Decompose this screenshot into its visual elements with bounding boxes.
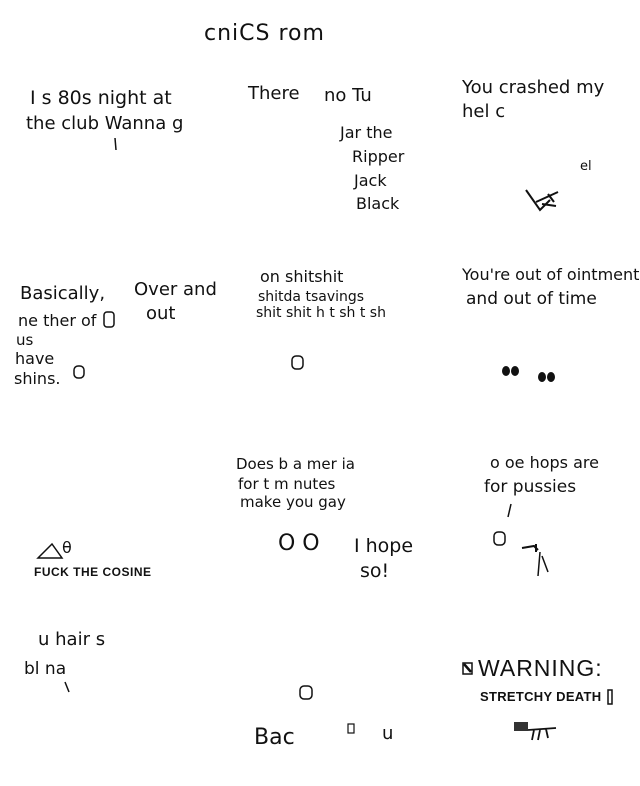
- panel-text-line: o oe hops are: [490, 453, 599, 472]
- theta-symbol: θ: [62, 538, 72, 557]
- figure-with-gun-doodle: [521, 544, 549, 577]
- eyes-doodle: O O: [278, 531, 320, 556]
- panel-text-line: bl na: [24, 659, 67, 679]
- panel-text-line: ne ther of: [18, 311, 97, 330]
- panel-text-line: shitda tsavings: [258, 289, 365, 305]
- panel-text-line: have: [15, 349, 55, 368]
- triangle-angle-doodle: [36, 542, 64, 559]
- small-bubble-icon: [347, 723, 355, 734]
- crashed-helicopter-doodle: [525, 189, 559, 212]
- panel-text-line: You crashed my: [462, 77, 605, 98]
- panel-text-line: on shitshit: [260, 267, 344, 286]
- panel-text-line: I s 80s night at: [30, 87, 172, 109]
- panel-side-text: out: [146, 303, 176, 324]
- warning-corner-icon: [462, 662, 473, 675]
- bracket-mark: [607, 689, 613, 705]
- panel-text-line: Basically,: [20, 283, 106, 304]
- feet-doodle: [502, 366, 555, 382]
- panel-text-line: You're out of ointment: [462, 265, 640, 284]
- speech-bubble-icon: [299, 685, 313, 700]
- panel-text-line: make you gay: [240, 493, 346, 511]
- panel-text-line: shit shit h t sh t sh: [256, 305, 386, 321]
- panel-trail-text: u: [382, 723, 394, 744]
- panel-heading-right: no Tu: [324, 85, 372, 106]
- panel-text-line: u hair s: [38, 629, 106, 650]
- panel-text-line: and out of time: [466, 289, 597, 309]
- reply-text-line: I hope: [354, 535, 414, 557]
- speech-bubble-icon: [103, 311, 115, 328]
- stick-mark: [507, 503, 512, 518]
- panel-text-line: Bac: [254, 725, 295, 750]
- speech-bubble-icon: [291, 355, 304, 370]
- list-item: Jack: [354, 171, 387, 190]
- panel-side-text: Over and: [134, 279, 217, 300]
- list-item: Ripper: [352, 147, 405, 166]
- speech-bubble-icon: [73, 365, 85, 379]
- panel-heading-left: There: [248, 83, 300, 104]
- panel-text-line: Does b a mer ia: [236, 455, 355, 473]
- list-item: Jar the: [340, 123, 393, 142]
- stick-mark: [64, 681, 70, 693]
- small-label: el: [580, 159, 592, 174]
- panel-text-line: the club Wanna g: [26, 113, 184, 134]
- panel-text-line: for pussies: [484, 477, 577, 497]
- reply-text-line: so!: [360, 560, 390, 582]
- comic-title: cniCS rom: [204, 21, 325, 46]
- panel-text-line: shins.: [14, 369, 61, 388]
- speech-bubble-icon: [493, 531, 506, 546]
- panel-text-line: hel c: [462, 101, 506, 122]
- stretchy-figure-doodle: [514, 722, 557, 741]
- list-item: Black: [356, 194, 400, 213]
- cosine-caption: FUCK THE COSINE: [34, 565, 152, 579]
- stick-mark: [114, 137, 117, 151]
- warning-heading: WARNING:: [478, 655, 603, 681]
- warning-subheading: STRETCHY DEATH: [480, 689, 602, 704]
- panel-text-line: for t m nutes: [238, 475, 336, 493]
- panel-text-line: us: [16, 331, 34, 349]
